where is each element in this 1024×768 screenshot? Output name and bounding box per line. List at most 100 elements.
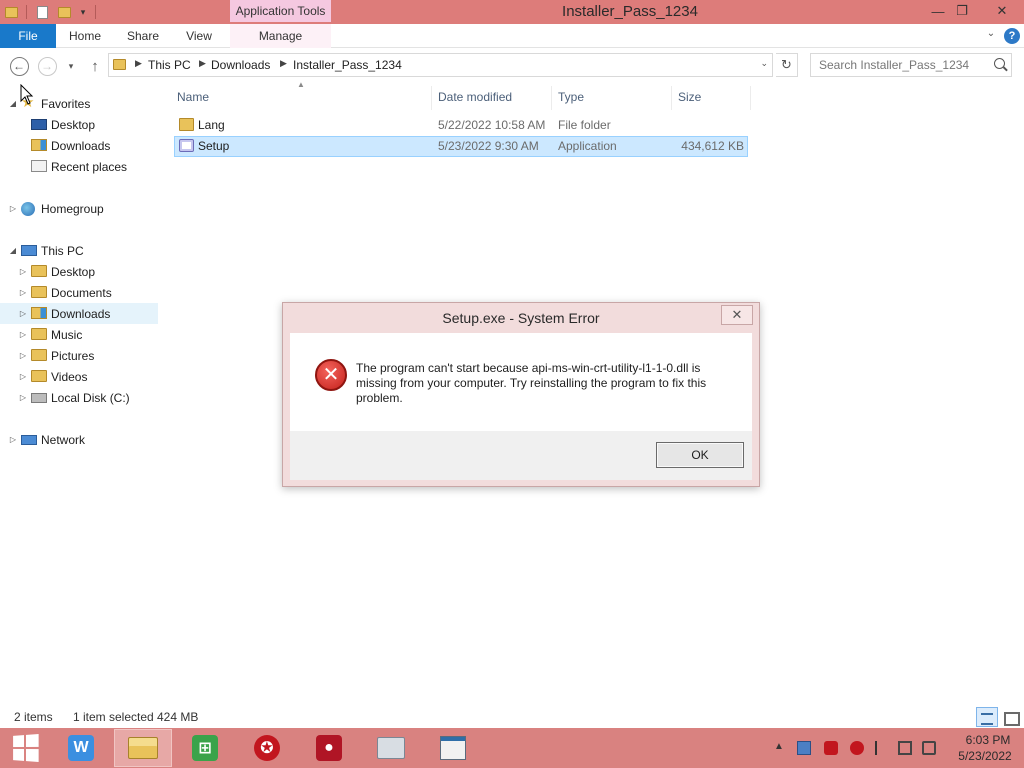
nav-homegroup[interactable]: ▷ Homegroup — [0, 198, 158, 219]
nav-label: Desktop — [51, 264, 96, 279]
nav-this-pc-videos[interactable]: ▷ Videos — [0, 366, 158, 387]
nav-this-pc-downloads[interactable]: ▷ Downloads — [0, 303, 158, 324]
refresh-button[interactable]: ↻ — [776, 53, 798, 77]
nav-favorites-downloads[interactable]: Downloads — [0, 135, 158, 156]
breadcrumb-this-pc[interactable]: This PC — [148, 58, 191, 72]
qat-dropdown-icon[interactable]: ▾ — [75, 0, 91, 24]
tray-recorder-icon[interactable] — [824, 741, 838, 755]
up-button[interactable]: ↑ — [84, 55, 106, 77]
collapsed-chevron-icon[interactable]: ▷ — [18, 351, 28, 360]
nav-favorites-desktop[interactable]: Desktop — [0, 114, 158, 135]
address-bar[interactable]: ▶ This PC ▶ Downloads ▶ Installer_Pass_1… — [108, 53, 773, 77]
address-folder-icon — [113, 59, 126, 70]
screen-recorder-app[interactable]: ● — [300, 729, 358, 767]
column-header-type[interactable]: Type — [558, 86, 584, 108]
collapsed-chevron-icon[interactable]: ▷ — [18, 267, 28, 276]
back-button[interactable]: ← — [8, 55, 30, 77]
navigation-bar: ← → ▾ ↑ ▶ This PC ▶ Downloads ▶ Installe… — [0, 48, 1024, 82]
file-explorer-app[interactable] — [114, 729, 172, 767]
column-header-date-modified[interactable]: Date modified — [438, 86, 512, 108]
breadcrumb-current-folder[interactable]: Installer_Pass_1234 — [293, 58, 402, 72]
search-input[interactable]: Search Installer_Pass_1234 — [810, 53, 1012, 77]
column-header-size[interactable]: Size — [678, 86, 701, 108]
collapsed-chevron-icon[interactable]: ▷ — [18, 288, 28, 297]
nav-label: Recent places — [51, 159, 128, 174]
file-row-lang[interactable]: Lang 5/22/2022 10:58 AM File folder — [174, 115, 748, 136]
volume-muted-icon[interactable] — [922, 741, 936, 755]
tab-file[interactable]: File — [0, 24, 56, 48]
quick-access-toolbar: ▾ — [0, 0, 100, 24]
recent-locations-button[interactable]: ▾ — [63, 55, 79, 77]
toolbox-app[interactable] — [362, 729, 420, 767]
toolbox-icon — [377, 737, 405, 759]
file-row-setup[interactable]: Setup 5/23/2022 9:30 AM Application 434,… — [174, 136, 748, 157]
store-app[interactable]: ⊞ — [176, 729, 234, 767]
dialog-close-button[interactable]: ✕ — [721, 305, 753, 325]
nav-this-pc-documents[interactable]: ▷ Documents — [0, 282, 158, 303]
application-icon — [179, 139, 194, 152]
desktop-icon — [31, 119, 47, 130]
nav-this-pc[interactable]: ◢ This PC — [0, 240, 158, 261]
clock-date[interactable]: 5/23/2022 — [952, 749, 1018, 763]
show-hidden-icons-button[interactable]: ▲ — [774, 741, 788, 755]
breadcrumb-downloads[interactable]: Downloads — [211, 58, 270, 72]
expand-ribbon-icon[interactable]: ⌄ — [984, 28, 998, 44]
collapsed-chevron-icon[interactable]: ▷ — [18, 372, 28, 381]
column-divider[interactable] — [431, 86, 432, 110]
tab-manage[interactable]: Manage — [230, 24, 331, 48]
properties-icon[interactable] — [31, 0, 53, 24]
new-folder-icon[interactable] — [53, 0, 75, 24]
file-name: Setup — [198, 139, 230, 153]
details-view-button[interactable] — [976, 707, 998, 727]
help-icon[interactable]: ? — [1004, 28, 1020, 44]
maximize-button[interactable]: ❐ — [946, 0, 978, 22]
nav-this-pc-music[interactable]: ▷ Music — [0, 324, 158, 345]
antivirus-app[interactable]: ✪ — [238, 729, 296, 767]
collapsed-chevron-icon[interactable]: ▷ — [8, 204, 18, 213]
column-divider[interactable] — [671, 86, 672, 110]
tray-antivirus-icon[interactable] — [850, 741, 864, 755]
nav-favorites-recent-places[interactable]: Recent places — [0, 156, 158, 177]
search-icon[interactable] — [994, 58, 1005, 69]
videos-folder-icon — [31, 370, 47, 382]
document-app[interactable] — [424, 729, 482, 767]
status-item-count: 2 items — [14, 710, 53, 724]
collapsed-chevron-icon[interactable]: ▷ — [18, 330, 28, 339]
nav-this-pc-local-disk[interactable]: ▷ Local Disk (C:) — [0, 387, 158, 408]
tray-monitor-icon[interactable] — [797, 741, 811, 755]
collapsed-chevron-icon[interactable]: ▷ — [18, 309, 28, 318]
tab-view[interactable]: View — [176, 24, 222, 48]
crumb-separator-icon[interactable]: ▶ — [199, 58, 206, 69]
close-button[interactable]: ✕ — [986, 0, 1018, 22]
tab-home[interactable]: Home — [60, 24, 110, 48]
status-bar: 2 items 1 item selected 424 MB — [0, 706, 1024, 728]
action-center-flag-icon[interactable] — [875, 741, 889, 755]
column-header-name[interactable]: Name — [177, 86, 209, 108]
error-icon: ✕ — [315, 359, 347, 391]
start-button[interactable] — [0, 729, 50, 767]
column-divider[interactable] — [551, 86, 552, 110]
large-icons-view-button[interactable] — [1002, 709, 1020, 726]
address-dropdown-icon[interactable]: ⌄ — [760, 58, 768, 69]
ok-button[interactable]: OK — [656, 442, 744, 468]
tab-share[interactable]: Share — [118, 24, 168, 48]
file-size: 434,612 KB — [681, 139, 744, 153]
dialog-content: ✕ The program can't start because api-ms… — [290, 333, 752, 431]
wondershare-app[interactable]: W — [52, 729, 110, 767]
crumb-separator-icon[interactable]: ▶ — [135, 58, 142, 69]
collapsed-chevron-icon[interactable]: ▷ — [8, 435, 18, 444]
music-folder-icon — [31, 328, 47, 340]
nav-this-pc-desktop[interactable]: ▷ Desktop — [0, 261, 158, 282]
collapsed-chevron-icon[interactable]: ▷ — [18, 393, 28, 402]
crumb-separator-icon[interactable]: ▶ — [280, 58, 287, 69]
expanded-chevron-icon[interactable]: ◢ — [8, 246, 18, 255]
nav-this-pc-pictures[interactable]: ▷ Pictures — [0, 345, 158, 366]
network-status-icon[interactable] — [898, 741, 912, 755]
nav-network[interactable]: ▷ Network — [0, 429, 158, 450]
clock-time[interactable]: 6:03 PM — [958, 733, 1018, 747]
forward-button[interactable]: → — [36, 55, 58, 77]
windows-logo-icon — [13, 734, 39, 762]
column-divider[interactable] — [750, 86, 751, 110]
window-folder-icon[interactable] — [0, 0, 22, 24]
expanded-chevron-icon[interactable]: ◢ — [8, 99, 18, 108]
